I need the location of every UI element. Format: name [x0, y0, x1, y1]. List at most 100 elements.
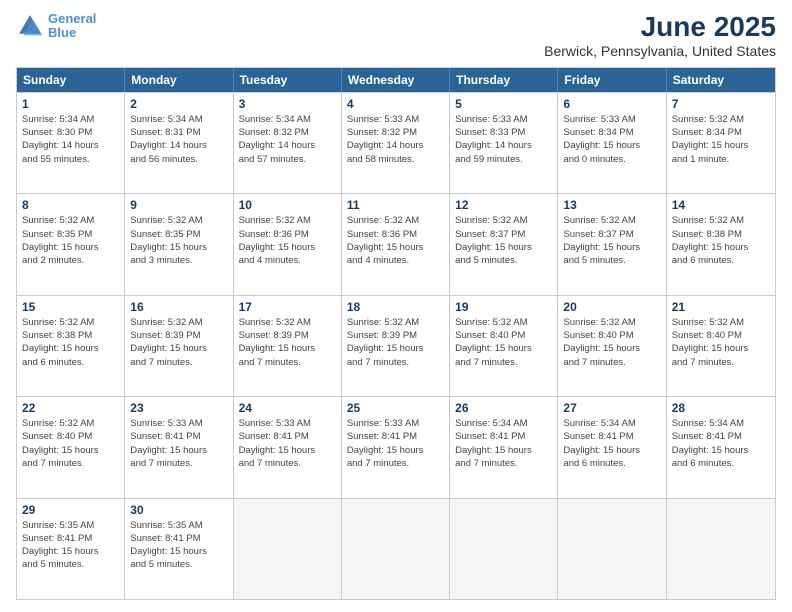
- day-info: Sunrise: 5:32 AM Sunset: 8:40 PM Dayligh…: [455, 316, 552, 369]
- calendar-day-9: 9 Sunrise: 5:32 AM Sunset: 8:35 PM Daylig…: [125, 194, 233, 294]
- calendar-day-4: 4 Sunrise: 5:33 AM Sunset: 8:32 PM Daylig…: [342, 93, 450, 193]
- calendar-day-13: 13 Sunrise: 5:32 AM Sunset: 8:37 PM Dayli…: [558, 194, 666, 294]
- calendar-empty-cell: [667, 499, 775, 599]
- header-day-thursday: Thursday: [450, 68, 558, 92]
- day-number: 23: [130, 401, 227, 415]
- logo-blue: Blue: [48, 25, 76, 40]
- calendar-day-3: 3 Sunrise: 5:34 AM Sunset: 8:32 PM Daylig…: [234, 93, 342, 193]
- day-info: Sunrise: 5:32 AM Sunset: 8:38 PM Dayligh…: [672, 214, 770, 267]
- day-number: 9: [130, 198, 227, 212]
- day-number: 30: [130, 503, 227, 517]
- day-number: 13: [563, 198, 660, 212]
- day-info: Sunrise: 5:34 AM Sunset: 8:30 PM Dayligh…: [22, 113, 119, 166]
- calendar-day-21: 21 Sunrise: 5:32 AM Sunset: 8:40 PM Dayli…: [667, 296, 775, 396]
- day-number: 10: [239, 198, 336, 212]
- calendar-day-12: 12Sunrise: 5:32 AM Sunset: 8:37 PM Dayli…: [450, 194, 558, 294]
- day-number: 8: [22, 198, 119, 212]
- day-info: Sunrise: 5:32 AM Sunset: 8:39 PM Dayligh…: [130, 316, 227, 369]
- day-info: Sunrise: 5:33 AM Sunset: 8:32 PM Dayligh…: [347, 113, 444, 166]
- day-info: Sunrise: 5:32 AM Sunset: 8:37 PM Dayligh…: [455, 214, 552, 267]
- day-number: 20: [563, 300, 660, 314]
- calendar-day-20: 20 Sunrise: 5:32 AM Sunset: 8:40 PM Dayli…: [558, 296, 666, 396]
- day-info: Sunrise: 5:35 AM Sunset: 8:41 PM Dayligh…: [22, 519, 119, 572]
- calendar-body: 1 Sunrise: 5:34 AM Sunset: 8:30 PM Daylig…: [17, 92, 775, 599]
- day-info: Sunrise: 5:32 AM Sunset: 8:36 PM Dayligh…: [347, 214, 444, 267]
- calendar-day-15: 15 Sunrise: 5:32 AM Sunset: 8:38 PM Dayli…: [17, 296, 125, 396]
- calendar-day-10: 10Sunrise: 5:32 AM Sunset: 8:36 PM Dayli…: [234, 194, 342, 294]
- day-info: Sunrise: 5:32 AM Sunset: 8:39 PM Dayligh…: [347, 316, 444, 369]
- day-number: 3: [239, 97, 336, 111]
- calendar-day-2: 2Sunrise: 5:34 AM Sunset: 8:31 PM Daylig…: [125, 93, 233, 193]
- day-number: 29: [22, 503, 119, 517]
- calendar-header: SundayMondayTuesdayWednesdayThursdayFrid…: [17, 68, 775, 92]
- day-info: Sunrise: 5:32 AM Sunset: 8:40 PM Dayligh…: [672, 316, 770, 369]
- header: General Blue June 2025 Berwick, Pennsylv…: [16, 12, 776, 59]
- calendar-day-6: 6 Sunrise: 5:33 AM Sunset: 8:34 PM Daylig…: [558, 93, 666, 193]
- calendar-day-26: 26Sunrise: 5:34 AM Sunset: 8:41 PM Dayli…: [450, 397, 558, 497]
- day-number: 1: [22, 97, 119, 111]
- calendar-day-25: 25Sunrise: 5:33 AM Sunset: 8:41 PM Dayli…: [342, 397, 450, 497]
- calendar-day-22: 22 Sunrise: 5:32 AM Sunset: 8:40 PM Dayli…: [17, 397, 125, 497]
- logo-icon: [16, 12, 44, 40]
- day-info: Sunrise: 5:33 AM Sunset: 8:41 PM Dayligh…: [130, 417, 227, 470]
- calendar-day-30: 30 Sunrise: 5:35 AM Sunset: 8:41 PM Dayli…: [125, 499, 233, 599]
- page: General Blue June 2025 Berwick, Pennsylv…: [0, 0, 792, 612]
- logo-general: General: [48, 11, 96, 26]
- day-info: Sunrise: 5:34 AM Sunset: 8:32 PM Dayligh…: [239, 113, 336, 166]
- calendar-day-24: 24 Sunrise: 5:33 AM Sunset: 8:41 PM Dayli…: [234, 397, 342, 497]
- day-info: Sunrise: 5:34 AM Sunset: 8:31 PM Dayligh…: [130, 113, 227, 166]
- day-info: Sunrise: 5:32 AM Sunset: 8:35 PM Dayligh…: [130, 214, 227, 267]
- day-info: Sunrise: 5:32 AM Sunset: 8:40 PM Dayligh…: [22, 417, 119, 470]
- calendar-day-8: 8Sunrise: 5:32 AM Sunset: 8:35 PM Daylig…: [17, 194, 125, 294]
- day-info: Sunrise: 5:34 AM Sunset: 8:41 PM Dayligh…: [563, 417, 660, 470]
- calendar-empty-cell: [450, 499, 558, 599]
- day-info: Sunrise: 5:32 AM Sunset: 8:34 PM Dayligh…: [672, 113, 770, 166]
- header-day-friday: Friday: [558, 68, 666, 92]
- day-number: 22: [22, 401, 119, 415]
- calendar-day-28: 28 Sunrise: 5:34 AM Sunset: 8:41 PM Dayli…: [667, 397, 775, 497]
- day-number: 18: [347, 300, 444, 314]
- day-number: 4: [347, 97, 444, 111]
- day-number: 6: [563, 97, 660, 111]
- calendar-day-16: 16Sunrise: 5:32 AM Sunset: 8:39 PM Dayli…: [125, 296, 233, 396]
- page-subtitle: Berwick, Pennsylvania, United States: [544, 43, 776, 59]
- header-day-saturday: Saturday: [667, 68, 775, 92]
- day-info: Sunrise: 5:32 AM Sunset: 8:40 PM Dayligh…: [563, 316, 660, 369]
- calendar-week-2: 8 Sunrise: 5:32 AM Sunset: 8:35 PM Daylig…: [17, 193, 775, 294]
- day-number: 26: [455, 401, 552, 415]
- calendar-day-7: 7Sunrise: 5:32 AM Sunset: 8:34 PM Daylig…: [667, 93, 775, 193]
- calendar-day-19: 19Sunrise: 5:32 AM Sunset: 8:40 PM Dayli…: [450, 296, 558, 396]
- calendar-empty-cell: [234, 499, 342, 599]
- day-info: Sunrise: 5:33 AM Sunset: 8:33 PM Dayligh…: [455, 113, 552, 166]
- calendar: SundayMondayTuesdayWednesdayThursdayFrid…: [16, 67, 776, 600]
- logo-text: General Blue: [48, 12, 96, 41]
- day-number: 14: [672, 198, 770, 212]
- calendar-day-23: 23 Sunrise: 5:33 AM Sunset: 8:41 PM Dayli…: [125, 397, 233, 497]
- calendar-day-14: 14 Sunrise: 5:32 AM Sunset: 8:38 PM Dayli…: [667, 194, 775, 294]
- calendar-day-18: 18 Sunrise: 5:32 AM Sunset: 8:39 PM Dayli…: [342, 296, 450, 396]
- day-info: Sunrise: 5:32 AM Sunset: 8:39 PM Dayligh…: [239, 316, 336, 369]
- calendar-day-17: 17 Sunrise: 5:32 AM Sunset: 8:39 PM Dayli…: [234, 296, 342, 396]
- title-block: June 2025 Berwick, Pennsylvania, United …: [544, 12, 776, 59]
- calendar-empty-cell: [558, 499, 666, 599]
- day-number: 5: [455, 97, 552, 111]
- day-info: Sunrise: 5:34 AM Sunset: 8:41 PM Dayligh…: [672, 417, 770, 470]
- day-number: 17: [239, 300, 336, 314]
- calendar-day-1: 1 Sunrise: 5:34 AM Sunset: 8:30 PM Daylig…: [17, 93, 125, 193]
- day-info: Sunrise: 5:32 AM Sunset: 8:37 PM Dayligh…: [563, 214, 660, 267]
- day-info: Sunrise: 5:32 AM Sunset: 8:38 PM Dayligh…: [22, 316, 119, 369]
- calendar-week-4: 22 Sunrise: 5:32 AM Sunset: 8:40 PM Dayli…: [17, 396, 775, 497]
- header-day-monday: Monday: [125, 68, 233, 92]
- day-number: 24: [239, 401, 336, 415]
- day-number: 28: [672, 401, 770, 415]
- calendar-week-1: 1 Sunrise: 5:34 AM Sunset: 8:30 PM Daylig…: [17, 92, 775, 193]
- day-info: Sunrise: 5:35 AM Sunset: 8:41 PM Dayligh…: [130, 519, 227, 572]
- day-info: Sunrise: 5:33 AM Sunset: 8:41 PM Dayligh…: [239, 417, 336, 470]
- header-day-wednesday: Wednesday: [342, 68, 450, 92]
- day-number: 15: [22, 300, 119, 314]
- day-number: 21: [672, 300, 770, 314]
- page-title: June 2025: [544, 12, 776, 43]
- header-day-sunday: Sunday: [17, 68, 125, 92]
- calendar-empty-cell: [342, 499, 450, 599]
- day-info: Sunrise: 5:33 AM Sunset: 8:34 PM Dayligh…: [563, 113, 660, 166]
